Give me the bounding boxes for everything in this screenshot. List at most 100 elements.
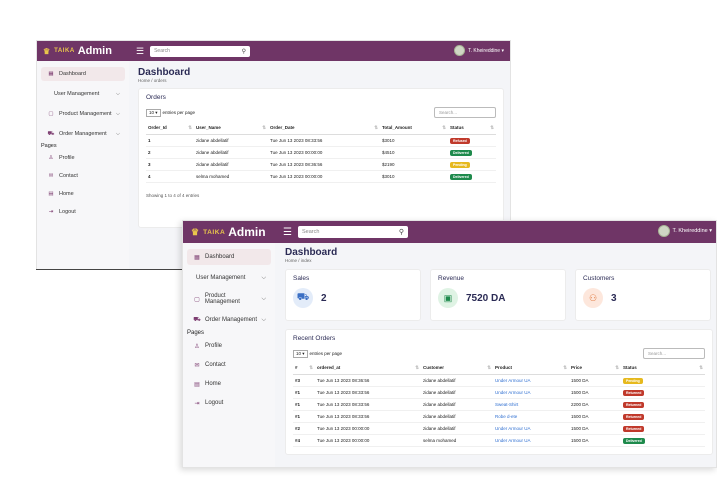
page-title: Dashboard xyxy=(138,67,191,78)
hamburger-menu-icon[interactable]: ☰ xyxy=(283,227,292,238)
column-header[interactable]: Order_Id ⇅ xyxy=(146,122,194,135)
product-link[interactable]: Sweat-Shirt xyxy=(495,402,518,407)
column-header[interactable]: Status ⇅ xyxy=(448,122,496,135)
sidebar-item-home[interactable]: ▤ Home xyxy=(187,376,271,392)
table-search-input[interactable]: Search... xyxy=(434,107,496,118)
sidebar-item-user-management[interactable]: User Management ⌵ xyxy=(187,270,271,286)
status-badge: Returned xyxy=(623,413,645,420)
sidebar-item-contact[interactable]: ✉ Contact xyxy=(41,169,125,183)
table-row: #4 Tue Jun 13 2023 00:00:00 selma mohamed U… xyxy=(293,434,705,447)
person-icon: ♙ xyxy=(194,343,200,350)
status-badge: Refused xyxy=(450,137,470,144)
product-link[interactable]: Under Armour UA xyxy=(495,438,531,443)
brand-logo[interactable]: ♛ TAIKA Admin xyxy=(191,225,283,239)
table-row: 3 zidane abdellatif Tue Jun 13 2023 08:36:… xyxy=(146,158,496,171)
search-input[interactable]: Search ⚲ xyxy=(150,45,251,57)
sidebar-item-contact[interactable]: ✉ Contact xyxy=(187,357,271,373)
search-icon[interactable]: ⚲ xyxy=(242,48,246,55)
sidebar-item-home[interactable]: ▤ Home xyxy=(41,187,125,201)
home-icon: ▤ xyxy=(194,381,200,388)
hamburger-menu-icon[interactable]: ☰ xyxy=(136,46,144,57)
stat-card-revenue: Revenue ▣ 7520 DA xyxy=(430,269,566,321)
column-header[interactable]: Customer ⇅ xyxy=(421,362,493,375)
sidebar-heading-pages: Pages xyxy=(41,143,57,149)
sidebar-item-logout[interactable]: ⇥ Logout xyxy=(187,395,271,411)
chevron-down-icon: ⌵ xyxy=(115,110,120,117)
entries-label: entries per page xyxy=(309,351,343,356)
entries-select[interactable]: 10 ▾ xyxy=(293,349,308,358)
column-header[interactable]: Status ⇅ xyxy=(621,362,705,375)
status-badge: Returned xyxy=(623,425,645,432)
cart-icon: ⛟ xyxy=(47,130,55,137)
sidebar-item-user-management[interactable]: User Management ⌵ xyxy=(41,87,125,101)
chevron-down-icon: ⌵ xyxy=(115,130,120,137)
product-link[interactable]: Under Armour UA xyxy=(495,378,531,383)
stat-card-sales: Sales ⛟ 2 xyxy=(285,269,421,321)
money-icon: ▣ xyxy=(438,288,458,308)
chevron-down-icon: ⌵ xyxy=(261,316,266,323)
table-row: #3 Tue Jun 13 2023 08:36:56 zidane abdella… xyxy=(293,374,705,387)
search-icon[interactable]: ⚲ xyxy=(399,228,404,236)
product-link[interactable]: Robe d-ete xyxy=(495,414,517,419)
brand-logo[interactable]: ♛ TAIKA Admin xyxy=(43,45,136,57)
user-menu[interactable]: T. Kheireddine ▾ xyxy=(454,45,504,56)
envelope-icon: ✉ xyxy=(194,362,200,369)
sidebar-item-product-management[interactable]: ▢ Product Management ⌵ xyxy=(187,291,271,307)
breadcrumb[interactable]: Home / orders xyxy=(138,78,504,83)
sidebar-heading-pages: Pages xyxy=(187,330,205,336)
chevron-down-icon: ⌵ xyxy=(261,274,266,281)
sidebar-item-product-management[interactable]: ▢ Product Management ⌵ xyxy=(41,107,125,121)
people-icon: ⚇ xyxy=(583,288,603,308)
sidebar-item-dashboard[interactable]: ▦ Dashboard xyxy=(187,249,271,265)
sidebar-item-order-management[interactable]: ⛟ Order Management ⌵ xyxy=(187,312,271,328)
chevron-down-icon: ⌵ xyxy=(115,90,120,97)
brand-name: Admin xyxy=(77,45,112,57)
column-header[interactable]: Total_Amount ⇅ xyxy=(380,122,448,135)
cart-icon: ⛟ xyxy=(193,317,201,323)
page-title: Dashboard xyxy=(285,247,338,258)
sidebar-item-order-management[interactable]: ⛟ Order Management ⌵ xyxy=(41,127,125,141)
column-header[interactable]: ordered_at ⇅ xyxy=(315,362,421,375)
status-badge: Delivered xyxy=(623,437,645,444)
table-row: #1 Tue Jun 13 2023 08:33:56 zidane abdella… xyxy=(293,386,705,399)
breadcrumb[interactable]: Home / index xyxy=(285,258,713,263)
grid-icon: ▦ xyxy=(48,71,54,77)
sidebar-item-dashboard[interactable]: ▦ Dashboard xyxy=(41,67,125,81)
sidebar-item-profile[interactable]: ♙ Profile xyxy=(187,338,271,354)
table-row: #1 Tue Jun 13 2023 08:33:56 zidane abdella… xyxy=(293,398,705,411)
crown-icon: ♛ xyxy=(191,226,200,237)
divider-line xyxy=(36,269,182,270)
sidebar: ▦ Dashboard User Management ⌵ ▢ Product Man… xyxy=(183,243,275,467)
sidebar-item-logout[interactable]: ⇥ Logout xyxy=(41,205,125,219)
entries-label: entries per page xyxy=(162,110,196,115)
bag-icon: ▢ xyxy=(194,296,200,303)
column-header[interactable]: # ⇅ xyxy=(293,362,315,375)
column-header[interactable]: Order_Date ⇅ xyxy=(268,122,380,135)
status-badge: Delivered xyxy=(450,173,472,180)
stat-card-customers: Customers ⚇ 3 xyxy=(575,269,711,321)
recent-orders-table: # ⇅ ordered_at ⇅ Customer ⇅ Product ⇅ Price ⇅… xyxy=(293,362,705,447)
entries-select[interactable]: 10 ▾ xyxy=(146,108,161,117)
search-input[interactable]: Search ⚲ xyxy=(297,226,408,238)
user-menu[interactable]: T. Kheireddine ▾ xyxy=(657,225,712,237)
column-header[interactable]: Product ⇅ xyxy=(493,362,569,375)
table-search-input[interactable]: Search... xyxy=(643,348,705,359)
brand-name: Admin xyxy=(228,225,266,239)
status-badge: Returned xyxy=(623,389,645,396)
sidebar: ▦ Dashboard User Management ⌵ ▢ Product Man… xyxy=(37,61,129,269)
bag-icon: ▢ xyxy=(48,111,54,117)
table-row: #1 Tue Jun 13 2023 08:33:56 zidane abdella… xyxy=(293,410,705,423)
status-badge: Returned xyxy=(623,401,645,408)
table-row: 4 selma mohamed Tue Jun 13 2023 00:00:00 $3… xyxy=(146,170,496,183)
chevron-down-icon: ⌵ xyxy=(261,295,266,302)
column-header[interactable]: Price ⇅ xyxy=(569,362,621,375)
column-header[interactable]: User_Name ⇅ xyxy=(194,122,268,135)
sidebar-item-profile[interactable]: ♙ Profile xyxy=(41,151,125,165)
front-screenshot: ♛ TAIKA Admin ☰ Search ⚲ T. Kheireddine … xyxy=(182,220,717,468)
product-link[interactable]: Under Armour UA xyxy=(495,390,531,395)
stat-value: 2 xyxy=(321,292,327,304)
top-navbar: ♛ TAIKA Admin ☰ Search ⚲ T. Kheireddine … xyxy=(183,221,716,243)
product-link[interactable]: Under Armour UA xyxy=(495,426,531,431)
avatar xyxy=(454,45,466,56)
envelope-icon: ✉ xyxy=(48,173,54,179)
